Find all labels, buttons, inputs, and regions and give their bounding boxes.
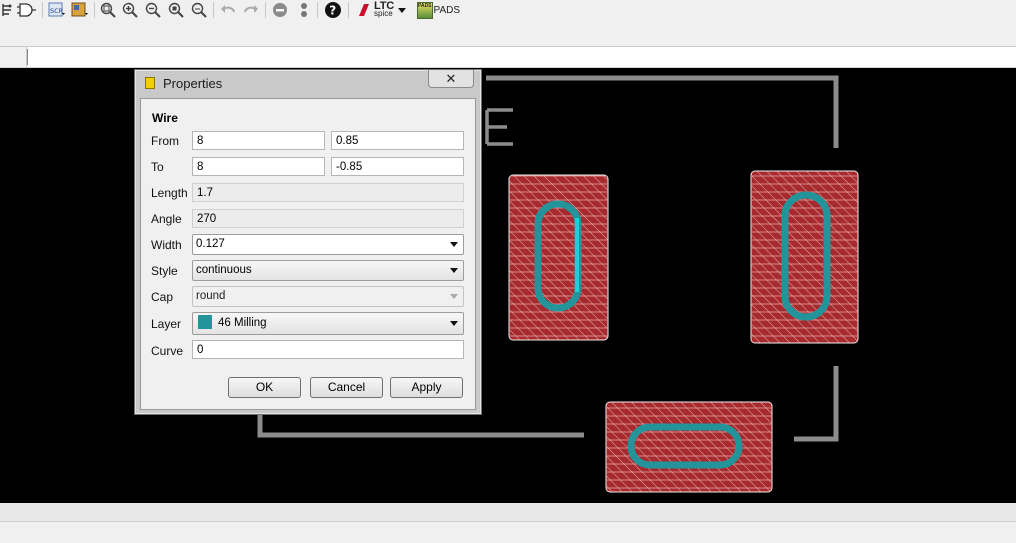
properties-dialog: Properties ✕ Wire From 8 0.85 To 8 -0.85… (134, 69, 482, 415)
ltspice-button[interactable]: LTC spice (356, 1, 412, 19)
layer-label: Layer (151, 317, 182, 331)
zoom-select-icon[interactable] (167, 1, 185, 19)
pads-icon: PADS (417, 1, 433, 19)
chevron-down-icon (450, 321, 458, 326)
command-input[interactable] (27, 49, 42, 65)
chevron-down-icon (450, 294, 458, 299)
ulp-icon[interactable] (70, 1, 90, 19)
cap-select: round (192, 286, 464, 307)
chevron-down-icon (450, 268, 458, 273)
angle-label: Angle (151, 212, 182, 226)
script-icon[interactable]: SCR (47, 1, 67, 19)
pads-button[interactable]: PADS PADS (417, 1, 461, 19)
close-button[interactable]: ✕ (428, 70, 474, 88)
from-label: From (151, 134, 179, 148)
from-x-field[interactable]: 8 (192, 131, 325, 150)
length-field: 1.7 (192, 183, 464, 202)
zoom-previous-icon[interactable] (190, 1, 208, 19)
toolbar: SCR ? LTC spice PADS PADS (0, 0, 1016, 22)
width-combobox[interactable]: 0.127 (192, 234, 464, 255)
to-x-field[interactable]: 8 (192, 157, 325, 176)
to-label: To (151, 160, 164, 174)
curve-label: Curve (151, 344, 184, 358)
go-icon[interactable] (295, 1, 313, 19)
dialog-title-bar[interactable]: Properties ✕ (135, 70, 481, 96)
style-label: Style (151, 264, 178, 278)
ltspice-logo-icon (359, 4, 369, 16)
command-history-button[interactable] (0, 47, 27, 67)
app-icon (145, 77, 155, 89)
curve-field[interactable]: 0 (192, 340, 464, 359)
style-value: continuous (196, 264, 252, 276)
from-y-field[interactable]: 0.85 (331, 131, 464, 150)
command-line[interactable] (0, 46, 1016, 68)
cap-value: round (196, 290, 226, 302)
redo-icon[interactable] (242, 1, 260, 19)
netlist-icon[interactable] (0, 1, 14, 19)
to-y-field[interactable]: -0.85 (331, 157, 464, 176)
zoom-out-icon[interactable] (144, 1, 162, 19)
section-heading-wire: Wire (152, 111, 178, 125)
script-icon-label: SCR (50, 7, 64, 15)
width-value: 0.127 (196, 238, 225, 250)
cap-label: Cap (151, 290, 174, 304)
gate-icon[interactable] (16, 1, 38, 19)
status-bar (0, 503, 1016, 543)
zoom-fit-icon[interactable] (99, 1, 117, 19)
zoom-in-icon[interactable] (121, 1, 139, 19)
svg-text:?: ? (329, 4, 336, 18)
width-label: Width (151, 238, 182, 252)
cancel-button[interactable]: Cancel (310, 377, 383, 398)
dialog-title: Properties (163, 76, 223, 91)
pad-3[interactable] (605, 401, 773, 493)
dialog-body: Wire From 8 0.85 To 8 -0.85 Length 1.7 A… (140, 98, 476, 410)
layer-value: 46 Milling (218, 317, 267, 329)
help-icon[interactable]: ? (323, 1, 343, 19)
layer-select[interactable]: 46 Milling (192, 312, 464, 335)
pad-2[interactable] (750, 170, 859, 344)
chevron-down-icon (450, 242, 458, 247)
apply-button[interactable]: Apply (390, 377, 463, 398)
pad-1[interactable] (508, 174, 609, 341)
angle-field: 270 (192, 209, 464, 228)
ltspice-label-bottom: spice (374, 9, 393, 18)
chevron-down-icon (397, 7, 406, 13)
style-select[interactable]: continuous (192, 260, 464, 281)
layer-color-swatch (198, 314, 212, 329)
ok-button[interactable]: OK (228, 377, 301, 398)
pads-label: PADS (433, 4, 461, 16)
stop-icon[interactable] (271, 1, 289, 19)
undo-icon[interactable] (219, 1, 237, 19)
length-label: Length (151, 186, 188, 200)
